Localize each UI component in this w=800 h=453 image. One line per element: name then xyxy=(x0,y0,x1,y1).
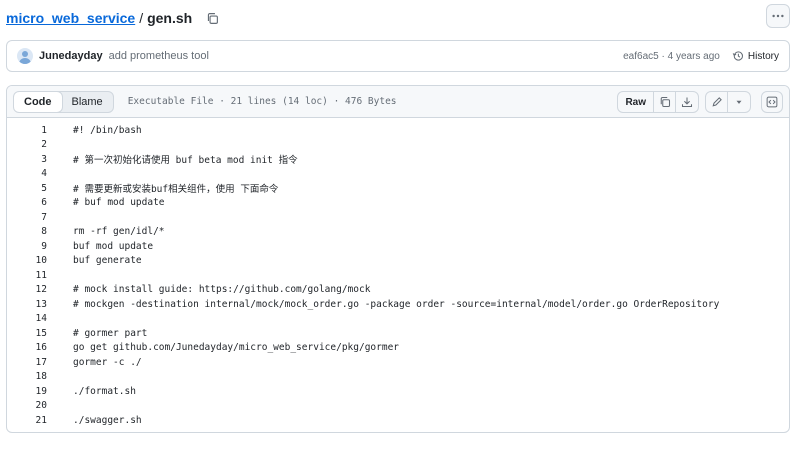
latest-commit-bar: Junedayday add prometheus tool eaf6ac5 ·… xyxy=(6,40,790,72)
history-icon xyxy=(732,51,743,61)
history-button[interactable]: History xyxy=(732,50,779,62)
avatar[interactable] xyxy=(17,48,33,64)
code-line: 6 # buf mod update xyxy=(7,196,789,211)
line-content: #! /bin/bash xyxy=(73,124,142,136)
code-line: 14 xyxy=(7,312,789,327)
line-content: # mock install guide: https://github.com… xyxy=(73,284,371,296)
line-number[interactable]: 8 xyxy=(7,226,47,237)
tab-blame[interactable]: Blame xyxy=(62,92,113,112)
copy-icon[interactable] xyxy=(204,10,220,26)
code-line: 13 # mockgen -destination internal/mock/m… xyxy=(7,297,789,312)
file-header: micro_web_service / gen.sh xyxy=(6,4,790,30)
code-line: 7 xyxy=(7,210,789,225)
line-content: buf generate xyxy=(73,255,142,267)
code-line: 5 # 需要更新或安装buf相关组件，使用 下面命令 xyxy=(7,181,789,196)
code-line: 20 xyxy=(7,399,789,414)
download-button[interactable] xyxy=(676,92,698,112)
symbols-panel-button[interactable] xyxy=(761,91,783,113)
line-number[interactable]: 5 xyxy=(7,183,47,194)
commit-age: 4 years ago xyxy=(667,50,720,62)
breadcrumb-file-name: gen.sh xyxy=(147,10,193,26)
line-number[interactable]: 20 xyxy=(7,400,47,411)
line-content: # 第一次初始化请使用 buf beta mod init 指令 xyxy=(73,155,298,167)
line-number[interactable]: 19 xyxy=(7,386,47,397)
line-number[interactable]: 9 xyxy=(7,241,47,252)
file-viewer: Code Blame Executable File · 21 lines (1… xyxy=(6,85,790,433)
code-line: 9 buf mod update xyxy=(7,239,789,254)
tab-code[interactable]: Code xyxy=(13,91,63,112)
kebab-horizontal-icon xyxy=(772,14,784,18)
commit-hash[interactable]: eaf6ac5 xyxy=(623,51,659,62)
triangle-down-icon xyxy=(736,100,742,104)
commit-message-link[interactable]: add prometheus tool xyxy=(109,50,209,62)
line-number[interactable]: 3 xyxy=(7,154,47,165)
edit-menu-button[interactable] xyxy=(728,92,750,112)
breadcrumb-repo-link[interactable]: micro_web_service xyxy=(6,10,135,26)
line-content: go get github.com/Junedayday/micro_web_s… xyxy=(73,342,400,354)
line-number[interactable]: 18 xyxy=(7,371,47,382)
file-actions: Raw xyxy=(617,91,783,113)
line-number[interactable]: 10 xyxy=(7,255,47,266)
line-content: buf mod update xyxy=(73,240,154,252)
code-line: 4 xyxy=(7,167,789,182)
line-number[interactable]: 7 xyxy=(7,212,47,223)
code-line: 3 # 第一次初始化请使用 buf beta mod init 指令 xyxy=(7,152,789,167)
code-line: 18 xyxy=(7,370,789,385)
line-content: # 需要更新或安装buf相关组件，使用 下面命令 xyxy=(73,184,279,196)
copy-raw-button[interactable] xyxy=(654,92,676,112)
code-line: 10 buf generate xyxy=(7,254,789,269)
code-line: 16 go get github.com/Junedayday/micro_web… xyxy=(7,341,789,356)
line-content: # gormer part xyxy=(73,327,148,339)
code-line: 21 ./swagger.sh xyxy=(7,413,789,428)
copy-icon xyxy=(660,96,670,108)
raw-actions-group: Raw xyxy=(617,91,699,113)
line-number[interactable]: 17 xyxy=(7,357,47,368)
code-line: 1 #! /bin/bash xyxy=(7,123,789,138)
line-number[interactable]: 14 xyxy=(7,313,47,324)
edit-button[interactable] xyxy=(706,92,728,112)
line-number[interactable]: 12 xyxy=(7,284,47,295)
download-icon xyxy=(681,97,693,108)
line-content: # buf mod update xyxy=(73,197,165,209)
pencil-icon xyxy=(711,97,722,107)
file-info: Executable File · 21 lines (14 loc) · 47… xyxy=(127,96,397,107)
line-number[interactable]: 21 xyxy=(7,415,47,426)
code-view[interactable]: 1 #! /bin/bash 2 3 # 第一次初始化请使用 buf beta mod … xyxy=(7,118,789,428)
code-line: 11 xyxy=(7,268,789,283)
more-options-button[interactable] xyxy=(766,4,790,28)
breadcrumb-separator: / xyxy=(139,10,144,26)
line-number[interactable]: 2 xyxy=(7,139,47,150)
line-number[interactable]: 11 xyxy=(7,270,47,281)
line-content: rm -rf gen/idl/* xyxy=(73,226,165,238)
file-toolbar: Code Blame Executable File · 21 lines (1… xyxy=(7,86,789,118)
code-line: 15 # gormer part xyxy=(7,326,789,341)
line-number[interactable]: 4 xyxy=(7,168,47,179)
line-number[interactable]: 6 xyxy=(7,197,47,208)
code-line: 8 rm -rf gen/idl/* xyxy=(7,225,789,240)
line-number[interactable]: 15 xyxy=(7,328,47,339)
edit-actions-group xyxy=(705,91,751,113)
line-content: # mockgen -destination internal/mock/moc… xyxy=(73,298,720,310)
code-line: 19 ./format.sh xyxy=(7,384,789,399)
line-number[interactable]: 13 xyxy=(7,299,47,310)
history-label: History xyxy=(747,50,779,62)
code-square-icon xyxy=(766,96,778,108)
line-content: ./format.sh xyxy=(73,385,136,397)
code-line: 2 xyxy=(7,138,789,153)
commit-meta: eaf6ac5 · 4 years ago xyxy=(623,50,720,62)
line-content: gormer -c ./ xyxy=(73,356,142,368)
line-number[interactable]: 1 xyxy=(7,125,47,136)
line-content: ./swagger.sh xyxy=(73,414,142,426)
commit-author-link[interactable]: Junedayday xyxy=(39,50,103,62)
line-number[interactable]: 16 xyxy=(7,342,47,353)
code-line: 17 gormer -c ./ xyxy=(7,355,789,370)
code-line: 12 # mock install guide: https://github.c… xyxy=(7,283,789,298)
view-toggle: Code Blame xyxy=(13,90,114,113)
raw-button[interactable]: Raw xyxy=(618,92,654,112)
